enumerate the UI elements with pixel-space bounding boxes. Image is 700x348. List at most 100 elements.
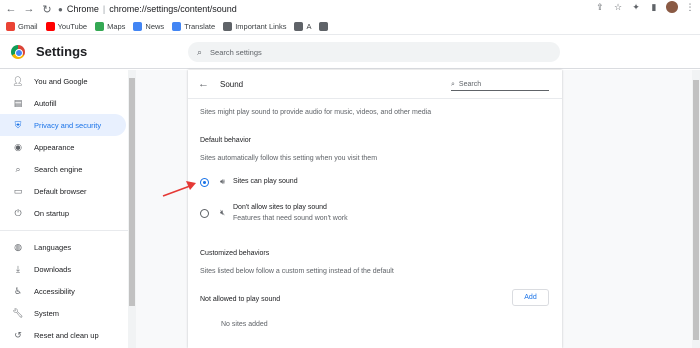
reload-icon[interactable]: ↻ [40, 2, 54, 16]
main-scrollbar[interactable] [692, 70, 700, 348]
customized-behaviors-subtext: Sites listed below follow a custom setti… [200, 268, 394, 275]
gmail-icon [6, 21, 15, 31]
volume-off-icon: 🔇︎ [220, 208, 226, 217]
sidebar-item-system[interactable]: 🔧︎ System [0, 302, 128, 324]
sidebar-item-downloads[interactable]: ⤓ Downloads [0, 258, 128, 280]
address-bar[interactable]: ● Chrome | chrome://settings/content/sou… [58, 1, 626, 17]
toolbar-actions: ⇪ ☆ ✦ ▮ ⋮ [594, 1, 696, 13]
sidebar-item-label: Languages [34, 242, 72, 252]
profile-avatar[interactable] [666, 1, 678, 13]
sound-search-input[interactable]: ⌕ Search [451, 79, 549, 91]
sidebar-item-label: Search engine [34, 164, 83, 174]
radio-allow-sound[interactable] [200, 178, 209, 187]
not-allowed-label: Not allowed to play sound [200, 296, 281, 303]
person-icon: 👤︎ [12, 75, 24, 86]
sidebar-item-languages[interactable]: ◍ Languages [0, 236, 128, 258]
default-behavior-subtext: Sites automatically follow this setting … [200, 155, 378, 162]
sidebar-item-search-engine[interactable]: ⌕ Search engine [0, 158, 128, 180]
page-title: Settings [36, 44, 88, 59]
share-icon[interactable]: ⇪ [594, 2, 606, 13]
bookmark-label: A [306, 21, 312, 31]
url-separator: | [102, 4, 106, 14]
card-title: Sound [220, 79, 244, 89]
extensions-icon[interactable]: ✦ [630, 2, 642, 13]
search-icon: ⌕ [451, 80, 455, 88]
star-icon[interactable]: ☆ [612, 2, 624, 13]
default-behavior-heading: Default behavior [200, 137, 251, 144]
sidebar-item-appearance[interactable]: ◉ Appearance [0, 136, 128, 158]
search-settings-input[interactable]: ⌕ Search settings [188, 42, 560, 62]
bookmark-item[interactable]: Maps [95, 21, 126, 31]
option-allow-label[interactable]: Sites can play sound [233, 178, 298, 185]
menu-icon[interactable]: ⋮ [684, 2, 696, 13]
sidebar-item-default-browser[interactable]: ▭ Default browser [0, 180, 128, 202]
sidebar-item-label: You and Google [34, 76, 88, 86]
bookmark-label: Translate [184, 21, 216, 31]
main-scrollbar-thumb[interactable] [693, 80, 699, 340]
sidebar-item-privacy-and-security[interactable]: ⛨ Privacy and security [0, 114, 126, 136]
download-icon: ⤓ [16, 263, 20, 274]
sound-search-placeholder: Search [458, 81, 482, 88]
chrome-logo-icon [11, 44, 25, 59]
no-sites-text: No sites added [221, 321, 268, 328]
sidebar-item-on-startup[interactable]: ⏻ On startup [0, 202, 128, 224]
bookmark-item[interactable]: A [294, 21, 312, 31]
option-block-label[interactable]: Don't allow sites to play sound [233, 204, 327, 211]
sidebar: 👤︎ You and Google ▤ Autofill ⛨ Privacy and se… [0, 70, 128, 348]
search-icon: ⌕ [197, 46, 203, 57]
sidebar-item-label: Appearance [34, 142, 75, 152]
power-icon: ⏻ [14, 207, 22, 218]
sound-settings-card: ← Sound ⌕ Search Sites might play sound … [188, 70, 562, 348]
wrench-icon: 🔧︎ [12, 307, 24, 318]
sidebar-item-label: System [34, 308, 60, 318]
browser-toolbar: ← → ↻ ● Chrome | chrome://settings/conte… [0, 0, 700, 18]
globe-icon: ◍ [14, 241, 22, 252]
sidebar-item-label: Downloads [34, 264, 72, 274]
site-info-icon[interactable]: ● [58, 5, 63, 14]
bookmark-item[interactable]: YouTube [45, 21, 87, 31]
bookmarks-bar: Gmail YouTube Maps News Translate Important L… [0, 18, 700, 35]
sidebar-item-label: Default browser [34, 186, 87, 196]
search-settings-placeholder: Search settings [210, 47, 262, 57]
globe-icon [319, 21, 329, 31]
back-arrow-icon[interactable]: ← [198, 78, 209, 90]
sound-description: Sites might play sound to provide audio … [200, 109, 432, 116]
youtube-icon [45, 21, 55, 31]
search-icon: ⌕ [15, 163, 21, 174]
forward-icon[interactable]: → [22, 2, 36, 16]
translate-icon [172, 21, 182, 31]
sidebar-item-label: Autofill [34, 98, 57, 108]
sidebar-item-autofill[interactable]: ▤ Autofill [0, 92, 128, 114]
bookmark-item[interactable]: Translate [172, 21, 216, 31]
bookmark-item[interactable]: Gmail [6, 21, 38, 31]
sidebar-item-label: Reset and clean up [34, 330, 99, 340]
bookmark-label: Important Links [235, 21, 287, 31]
browser-icon: ▭ [13, 185, 23, 196]
maps-icon [95, 21, 105, 31]
sidebar-item-reset-and-clean-up[interactable]: ↺ Reset and clean up [0, 324, 128, 346]
sidebar-item-label: Accessibility [34, 286, 75, 296]
shield-icon: ⛨ [14, 119, 22, 130]
bookmark-label: Gmail [18, 21, 38, 31]
bookmark-label: News [145, 21, 165, 31]
back-icon[interactable]: ← [4, 2, 18, 16]
bookmark-label: Maps [107, 21, 126, 31]
bookmark-item[interactable]: News [133, 21, 165, 31]
sidebar-scrollbar[interactable] [128, 70, 136, 348]
header-divider [188, 98, 562, 99]
sidebar-item-label: On startup [34, 208, 70, 218]
bookmark-item[interactable]: Important Links [223, 21, 287, 31]
sidebar-scrollbar-thumb[interactable] [129, 78, 135, 306]
bookmark-item[interactable] [319, 21, 331, 31]
radio-block-sound[interactable] [200, 209, 209, 218]
sidebar-item-you-and-google[interactable]: 👤︎ You and Google [0, 70, 128, 92]
sidebar-item-accessibility[interactable]: ♿︎ Accessibility [0, 280, 128, 302]
reset-icon: ↺ [14, 329, 22, 340]
palette-icon: ◉ [14, 141, 22, 152]
sidepanel-icon[interactable]: ▮ [648, 2, 660, 13]
url-path: chrome://settings/content/sound [109, 4, 237, 14]
url-label: Chrome [66, 4, 99, 14]
customized-behaviors-heading: Customized behaviors [200, 250, 270, 257]
clipboard-icon: ▤ [13, 97, 23, 108]
add-button[interactable]: Add [512, 289, 549, 306]
